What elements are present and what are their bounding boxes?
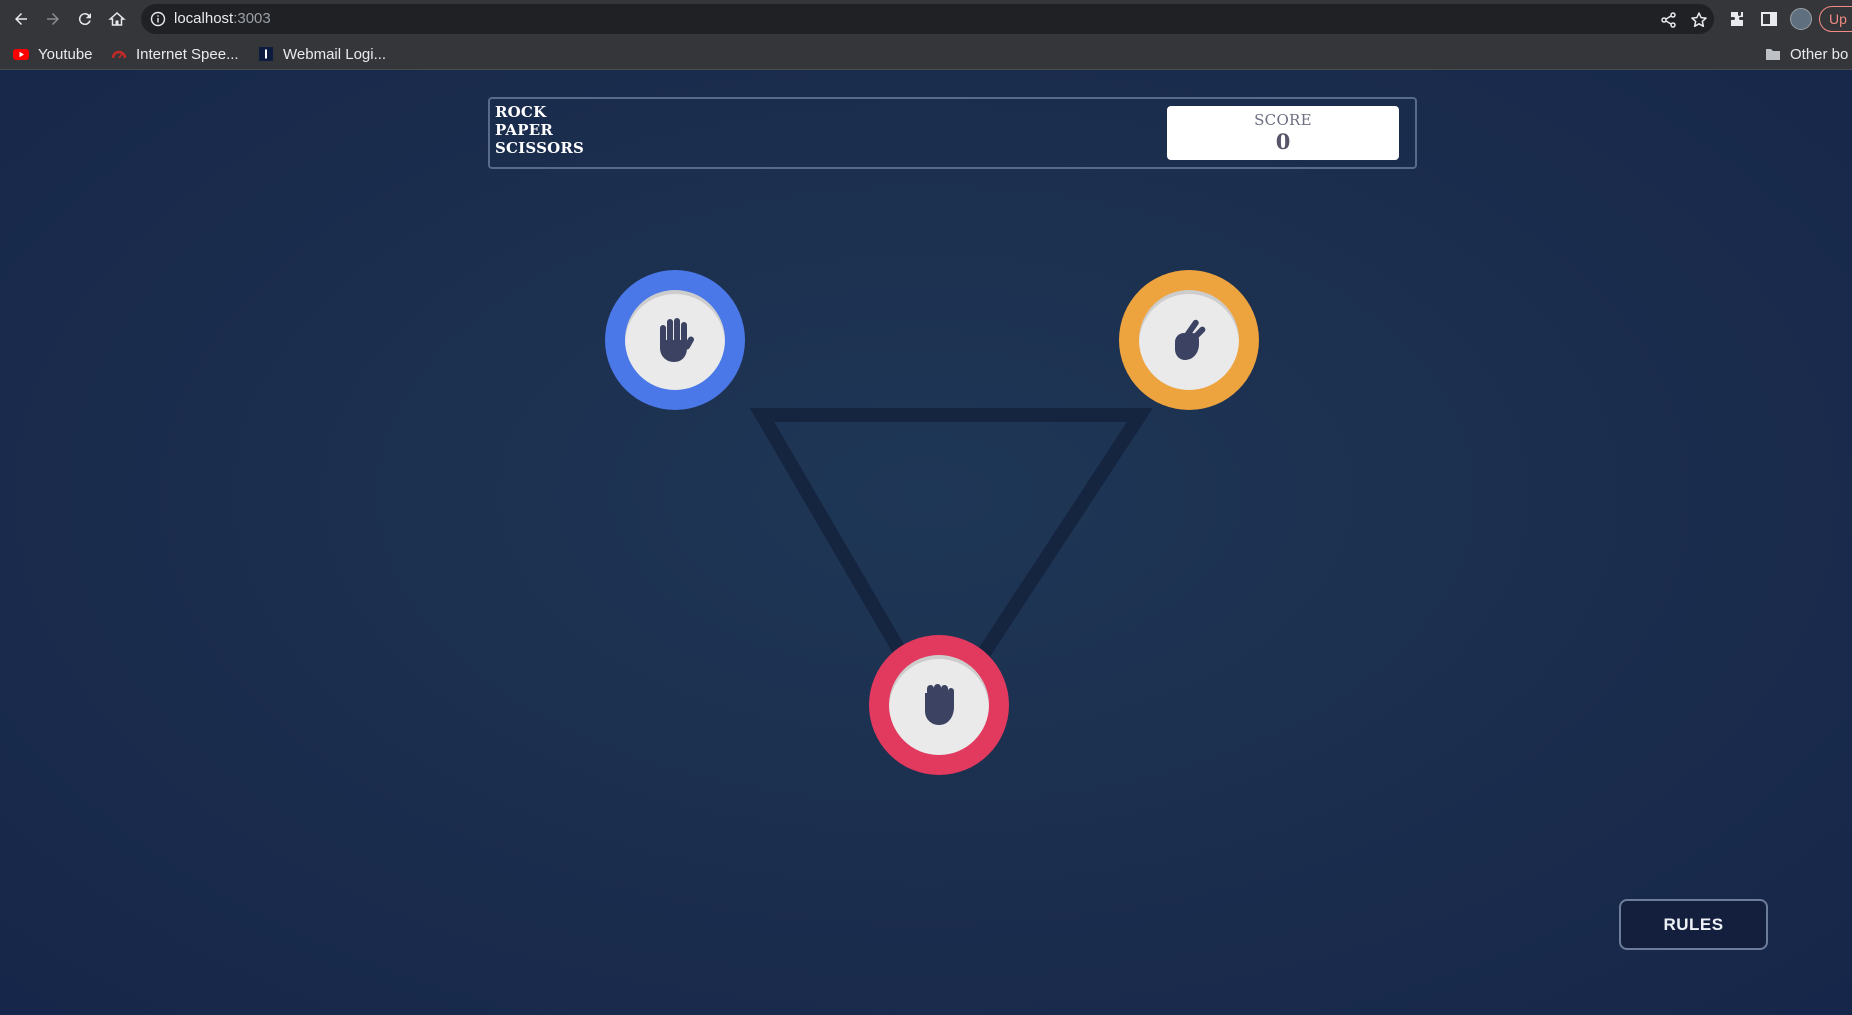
reload-icon[interactable] — [73, 7, 97, 31]
paper-token-face — [625, 290, 725, 390]
webmail-icon — [259, 47, 273, 61]
title-rock: ROCK — [495, 103, 547, 121]
folder-icon — [1766, 49, 1780, 60]
other-bookmarks[interactable]: Other bo — [1765, 43, 1848, 65]
side-panel-icon[interactable] — [1759, 9, 1779, 29]
youtube-icon — [13, 49, 29, 60]
rock-choice-button[interactable] — [869, 635, 1009, 775]
score-label: SCORE — [1254, 111, 1312, 129]
paper-choice-button[interactable] — [605, 270, 745, 410]
speedometer-icon — [111, 50, 127, 59]
scissors-hand-icon — [1175, 319, 1206, 360]
score-card: SCORE 0 — [1167, 106, 1399, 160]
title-scissors: SCISSORS — [495, 139, 585, 157]
address-bar[interactable]: localhost:3003 — [141, 4, 1714, 34]
scissors-token-face — [1139, 290, 1239, 390]
rock-token-face — [889, 655, 989, 755]
scoreboard-header: ROCK PAPER SCISSORS SCORE 0 — [488, 97, 1417, 169]
title-paper: PAPER — [495, 121, 554, 139]
rules-button[interactable]: RULES — [1619, 899, 1768, 950]
bookmark-internet-speed[interactable]: Internet Spee... — [111, 43, 239, 65]
extensions-icon[interactable] — [1727, 9, 1747, 29]
update-button[interactable]: Up — [1819, 6, 1852, 32]
game-page: ROCK PAPER SCISSORS SCORE 0 RULES — [0, 70, 1852, 1015]
bookmark-youtube[interactable]: Youtube — [13, 43, 93, 65]
profile-avatar[interactable] — [1790, 8, 1812, 30]
scissors-choice-button[interactable] — [1119, 270, 1259, 410]
share-icon[interactable] — [1660, 11, 1678, 29]
home-icon[interactable] — [105, 7, 129, 31]
back-icon[interactable] — [9, 7, 33, 31]
rock-fist-icon — [925, 684, 954, 725]
forward-icon[interactable] — [41, 7, 65, 31]
score-value: 0 — [1275, 129, 1291, 154]
paper-hand-icon — [660, 318, 694, 362]
bookmarks-bar: Youtube Internet Spee... Webmail Logi...… — [0, 38, 1852, 70]
triangle-background — [749, 408, 1153, 734]
bookmark-star-icon[interactable] — [1690, 11, 1708, 29]
browser-toolbar: localhost:3003 Up — [0, 0, 1852, 38]
bookmark-webmail[interactable]: Webmail Logi... — [258, 43, 386, 65]
site-info-icon[interactable] — [150, 11, 166, 27]
url-text: localhost:3003 — [174, 10, 271, 27]
